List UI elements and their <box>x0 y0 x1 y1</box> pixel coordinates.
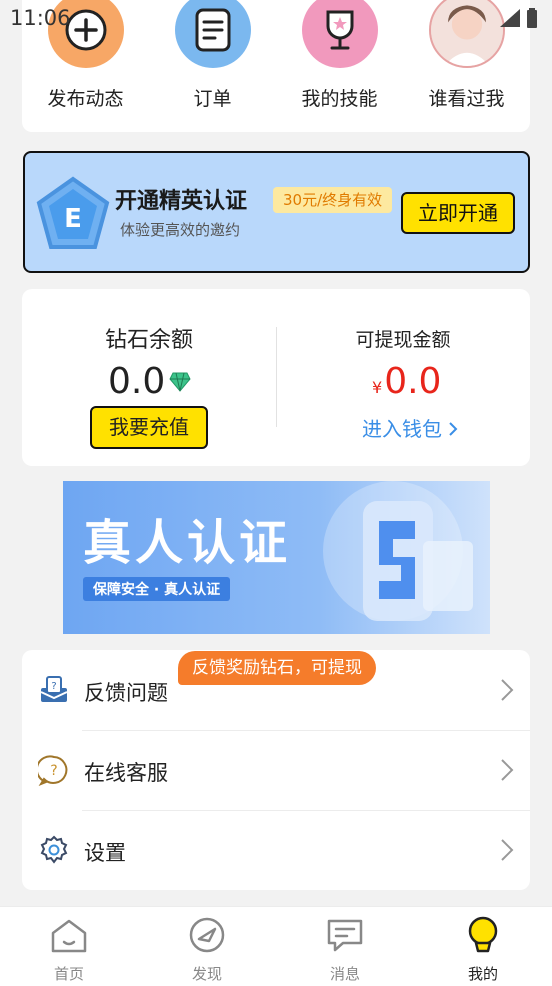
nav-item-home[interactable]: 首页 <box>0 915 138 984</box>
diamond-balance-value: 0.0 <box>108 361 166 402</box>
message-icon <box>327 919 363 952</box>
nav-label: 首页 <box>53 965 84 983</box>
elite-certification-banner[interactable]: E 开通精英认证 30元/终身有效 体验更高效的邀约 立即开通 <box>23 151 530 273</box>
status-bar: 11:06 <box>0 0 552 40</box>
svg-text:?: ? <box>51 681 56 692</box>
real-person-title: 真人认证 <box>83 515 292 571</box>
diamond-icon <box>169 372 191 392</box>
nav-label: 我的 <box>467 965 498 983</box>
signal-icon <box>500 9 520 27</box>
enter-wallet-label: 进入钱包 <box>362 417 442 441</box>
status-time: 11:06 <box>10 6 71 30</box>
quick-action-label: 订单 <box>193 88 232 110</box>
nav-item-discover[interactable]: 发现 <box>138 915 276 984</box>
diamond-balance-label: 钻石余额 <box>104 328 193 353</box>
withdrawable-label: 可提现金额 <box>355 329 451 351</box>
nav-label: 发现 <box>191 965 222 983</box>
divider <box>82 810 530 811</box>
menu-label: 在线客服 <box>84 761 168 785</box>
chevron-right-icon <box>501 679 514 701</box>
settings-menu: ? 反馈问题 反馈奖励钻石，可提现 ? 在线客服 设置 <box>22 650 530 890</box>
battery-icon <box>527 8 537 28</box>
bottom-navigation: 首页 发现 消息 我的 <box>0 906 552 986</box>
nav-label: 消息 <box>329 965 360 983</box>
svg-text:?: ? <box>50 763 57 779</box>
quick-action-label: 谁看过我 <box>428 88 505 110</box>
feedback-inbox-icon: ? <box>40 676 68 702</box>
menu-label: 反馈问题 <box>84 681 168 705</box>
price-tag: 30元/终身有效 <box>273 187 393 213</box>
real-person-subtitle: 保障安全 · 真人认证 <box>83 577 231 601</box>
quick-action-label: 发布动态 <box>47 88 124 110</box>
menu-item-settings[interactable]: 设置 <box>22 810 530 890</box>
wallet-card: 钻石余额 0.0 我要充值 可提现金额 ¥ 0.0 进入钱包 <box>22 289 530 466</box>
elite-title: 开通精英认证 <box>115 189 248 214</box>
home-icon <box>51 919 87 953</box>
elite-badge-icon: E <box>36 176 110 249</box>
divider <box>82 730 530 731</box>
nav-item-profile[interactable]: 我的 <box>414 915 552 984</box>
open-now-button[interactable]: 立即开通 <box>401 192 515 234</box>
discover-icon <box>189 917 225 953</box>
customer-service-icon: ? <box>38 755 68 786</box>
menu-item-customer-service[interactable]: ? 在线客服 <box>22 730 530 810</box>
real-person-banner[interactable]: 真人认证 保障安全 · 真人认证 <box>63 481 490 634</box>
recharge-button[interactable]: 我要充值 <box>90 406 208 449</box>
diamond-balance: 0.0 <box>108 361 191 402</box>
settings-gear-icon <box>40 835 68 864</box>
quick-action-label: 我的技能 <box>301 88 378 110</box>
chevron-right-icon <box>449 422 458 436</box>
currency-symbol: ¥ <box>372 378 383 397</box>
nav-item-messages[interactable]: 消息 <box>276 915 414 984</box>
enter-wallet-link[interactable]: 进入钱包 <box>362 413 458 442</box>
elite-badge-letter: E <box>64 204 82 234</box>
chevron-right-icon <box>501 759 514 781</box>
withdrawable-value: 0.0 <box>384 361 442 402</box>
elite-subtitle: 体验更高效的邀约 <box>120 221 241 239</box>
feedback-reward-badge: 反馈奖励钻石，可提现 <box>178 651 376 685</box>
menu-label: 设置 <box>84 841 126 865</box>
profile-bulb-icon <box>468 916 498 953</box>
status-icons <box>500 8 538 28</box>
chevron-right-icon <box>501 839 514 861</box>
withdrawable-amount: ¥ 0.0 <box>372 361 441 402</box>
